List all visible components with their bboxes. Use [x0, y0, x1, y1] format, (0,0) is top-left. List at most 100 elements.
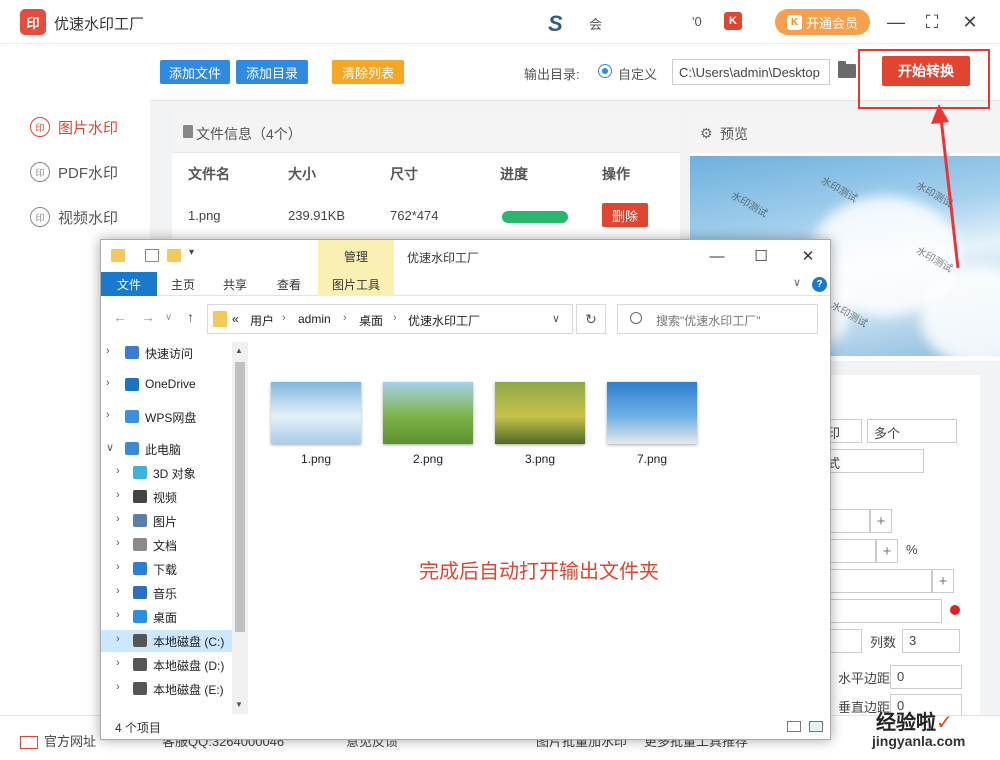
- tab-home[interactable]: 主页: [159, 272, 207, 296]
- nav-item[interactable]: › 图片: [101, 510, 233, 532]
- vip-button[interactable]: K 开通会员: [775, 9, 870, 35]
- nav-item[interactable]: › 视频: [101, 486, 233, 508]
- expand-chevron-icon[interactable]: ›: [116, 633, 120, 645]
- expand-chevron-icon[interactable]: ›: [116, 561, 120, 573]
- nav-item-label: WPS网盘: [145, 411, 197, 425]
- close-button[interactable]: ✕: [958, 10, 982, 34]
- file-name-label[interactable]: 7.png: [607, 452, 697, 466]
- sidebar-item-image-watermark[interactable]: 印 图片水印: [30, 115, 118, 139]
- expand-chevron-icon[interactable]: ∨: [106, 441, 114, 454]
- nav-item[interactable]: › 音乐: [101, 582, 233, 604]
- file-thumbnail[interactable]: [607, 382, 697, 444]
- nav-item[interactable]: › OneDrive: [101, 374, 233, 396]
- sidebar-item-label: PDF水印: [58, 164, 119, 182]
- address-bar[interactable]: « 用户 › admin › 桌面 › 优速水印工厂 ∨: [207, 304, 573, 334]
- help-icon[interactable]: ?: [812, 277, 827, 292]
- file-thumbnail[interactable]: [271, 382, 361, 444]
- nav-item[interactable]: › 本地磁盘 (C:): [101, 630, 233, 652]
- nav-item[interactable]: › 3D 对象: [101, 462, 233, 484]
- start-convert-button[interactable]: 开始转换: [882, 56, 970, 86]
- tab-share[interactable]: 共享: [213, 272, 257, 296]
- ribbon-expand-icon[interactable]: ∨: [793, 276, 801, 289]
- breadcrumb-users[interactable]: 用户: [250, 312, 274, 329]
- large-icons-view-icon[interactable]: [809, 721, 823, 732]
- details-view-icon[interactable]: [787, 721, 801, 732]
- explorer-minimize-button[interactable]: —: [707, 246, 727, 266]
- expand-chevron-icon[interactable]: ›: [106, 409, 110, 421]
- file-info-panel: 文件信息（4个） 文件名 大小 尺寸 进度 操作 1.png 239.91KB …: [172, 111, 680, 241]
- manage-tab[interactable]: 管理: [318, 240, 394, 272]
- sidebar-item-video-watermark[interactable]: 印 视频水印: [30, 205, 118, 229]
- recent-dropdown-icon[interactable]: ∨: [165, 312, 172, 323]
- nav-item[interactable]: › WPS网盘: [101, 406, 233, 428]
- official-site-link[interactable]: 官方网址: [20, 731, 96, 750]
- breadcrumb-desktop[interactable]: 桌面: [359, 312, 383, 329]
- cols-stepper[interactable]: 3: [902, 629, 960, 653]
- maximize-button[interactable]: ⛶: [920, 10, 944, 34]
- properties-icon[interactable]: [145, 249, 159, 262]
- picture-icon: [133, 514, 147, 527]
- address-dropdown-icon[interactable]: ∨: [552, 312, 560, 325]
- expand-chevron-icon[interactable]: ›: [106, 377, 110, 389]
- up-icon[interactable]: ↑: [187, 309, 194, 325]
- nav-item[interactable]: › 本地磁盘 (E:): [101, 678, 233, 700]
- expand-chevron-icon[interactable]: ›: [116, 465, 120, 477]
- watermark-count-select[interactable]: 多个: [867, 419, 957, 443]
- expand-chevron-icon[interactable]: ›: [116, 609, 120, 621]
- sidebar-item-pdf-watermark[interactable]: 印 PDF水印: [30, 160, 118, 184]
- nav-item[interactable]: › 桌面: [101, 606, 233, 628]
- expand-chevron-icon[interactable]: ›: [106, 345, 110, 357]
- expand-chevron-icon[interactable]: ›: [116, 681, 120, 693]
- nav-item[interactable]: › 下载: [101, 558, 233, 580]
- expand-chevron-icon[interactable]: ›: [116, 585, 120, 597]
- refresh-button[interactable]: ↻: [576, 304, 606, 334]
- explorer-close-button[interactable]: ✕: [798, 246, 818, 266]
- new-folder-icon[interactable]: [167, 249, 181, 262]
- tab-file[interactable]: 文件: [101, 272, 157, 296]
- clear-list-button[interactable]: 清除列表: [332, 60, 404, 84]
- file-name-label[interactable]: 2.png: [383, 452, 473, 466]
- delete-button[interactable]: 删除: [602, 203, 648, 227]
- explorer-maximize-button[interactable]: ☐: [751, 246, 771, 266]
- hmargin-stepper[interactable]: 0: [890, 665, 962, 689]
- quick-access-dropdown-icon[interactable]: ▾: [189, 247, 194, 258]
- breadcrumb-overflow[interactable]: «: [232, 312, 239, 326]
- scroll-down-icon[interactable]: ▼: [235, 700, 243, 709]
- search-box[interactable]: 搜索"优速水印工厂": [617, 304, 818, 334]
- navpane-scrollbar[interactable]: ▲ ▼: [232, 342, 248, 714]
- expand-chevron-icon[interactable]: ›: [116, 657, 120, 669]
- add-directory-button[interactable]: 添加目录: [236, 60, 308, 84]
- minimize-button[interactable]: —: [884, 10, 908, 34]
- expand-chevron-icon[interactable]: ›: [116, 489, 120, 501]
- breadcrumb-separator: ›: [393, 312, 397, 324]
- nav-item[interactable]: › 本地磁盘 (D:): [101, 654, 233, 676]
- nav-item[interactable]: › 文档: [101, 534, 233, 556]
- tab-picture-tools[interactable]: 图片工具: [318, 272, 394, 296]
- back-icon[interactable]: ←: [113, 309, 127, 325]
- plus-button[interactable]: +: [870, 509, 892, 533]
- nav-item[interactable]: ∨ 此电脑: [101, 438, 233, 460]
- add-file-button[interactable]: 添加文件: [160, 60, 230, 84]
- forward-icon[interactable]: →: [141, 309, 155, 325]
- folder-icon[interactable]: [838, 61, 856, 78]
- breadcrumb-admin[interactable]: admin: [298, 312, 331, 326]
- scrollbar-thumb[interactable]: [235, 362, 245, 632]
- select-field[interactable]: [820, 599, 942, 623]
- tab-view[interactable]: 查看: [265, 272, 313, 296]
- expand-chevron-icon[interactable]: ›: [116, 537, 120, 549]
- style-field[interactable]: 式: [820, 449, 924, 473]
- custom-radio[interactable]: [598, 64, 612, 78]
- number-field-3[interactable]: [820, 569, 932, 593]
- nav-item[interactable]: › 快速访问: [101, 342, 233, 364]
- output-path-field[interactable]: C:\Users\admin\Desktop: [672, 59, 830, 85]
- file-thumbnail[interactable]: [495, 382, 585, 444]
- k-badge-icon[interactable]: K: [724, 12, 742, 30]
- scroll-up-icon[interactable]: ▲: [235, 346, 243, 355]
- plus-button[interactable]: +: [876, 539, 898, 563]
- file-thumbnail[interactable]: [383, 382, 473, 444]
- file-name-label[interactable]: 1.png: [271, 452, 361, 466]
- file-name-label[interactable]: 3.png: [495, 452, 585, 466]
- plus-button[interactable]: +: [932, 569, 954, 593]
- expand-chevron-icon[interactable]: ›: [116, 513, 120, 525]
- breadcrumb-current[interactable]: 优速水印工厂: [408, 312, 480, 329]
